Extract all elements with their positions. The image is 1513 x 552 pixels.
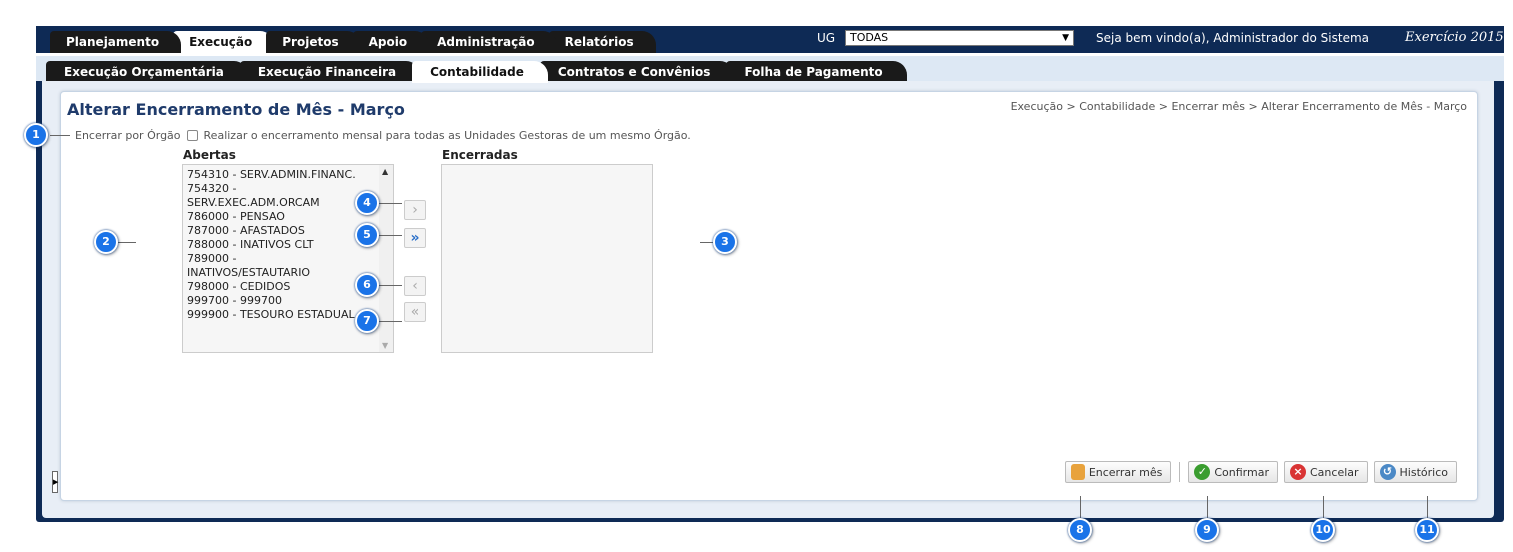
callout-badge: 8 — [1068, 518, 1092, 542]
sub-bar: Execução Orçamentária Execução Financeir… — [36, 53, 1504, 83]
tab-projetos[interactable]: Projetos — [266, 31, 361, 53]
callout-badge: 9 — [1195, 518, 1219, 542]
callout-line — [1080, 496, 1081, 520]
content-area: ▶ Alterar Encerramento de Mês - Março Ex… — [42, 81, 1494, 518]
list-item[interactable]: 798000 - CEDIDOS — [187, 280, 375, 294]
cancel-icon: × — [1290, 464, 1306, 480]
main-panel: Alterar Encerramento de Mês - Março Exec… — [60, 91, 1478, 501]
callout-badge: 10 — [1311, 518, 1335, 542]
callout-line — [50, 135, 70, 136]
callout-badge: 4 — [355, 191, 379, 215]
list-item[interactable]: INATIVOS/ESTAUTARIO — [187, 266, 375, 280]
history-icon: ↺ — [1379, 464, 1396, 480]
scroll-up-icon[interactable]: ▲ — [382, 167, 388, 176]
callout-line — [378, 285, 402, 286]
list-item[interactable]: SERV.EXEC.ADM.ORCAM — [187, 196, 375, 210]
encerrar-mes-label: Encerrar mês — [1088, 465, 1163, 479]
list-item[interactable]: 754320 - — [187, 182, 375, 196]
app-window: Planejamento Execução Projetos Apoio Adm… — [36, 26, 1504, 522]
subtab-contratos-convenios[interactable]: Contratos e Convênios — [539, 61, 735, 83]
historico-label: Histórico — [1399, 465, 1448, 479]
callout-line — [118, 242, 136, 243]
welcome-text: Seja bem vindo(a), Administrador do Sist… — [1096, 31, 1369, 45]
confirmar-button[interactable]: ✓ Confirmar — [1188, 461, 1278, 483]
list-item[interactable]: 999900 - TESOURO ESTADUAL — [187, 308, 375, 322]
ug-select[interactable]: TODAS ▼ — [845, 30, 1074, 46]
collapse-handle[interactable]: ▶ — [52, 471, 58, 493]
tab-relatorios[interactable]: Relatórios — [548, 31, 656, 53]
callout-badge: 6 — [355, 273, 379, 297]
divider — [1179, 462, 1181, 482]
exercicio-text: Exercício 2015 — [1405, 30, 1504, 45]
ug-select-value: TODAS — [850, 31, 889, 44]
callout-badge: 11 — [1415, 518, 1439, 542]
top-bar: Planejamento Execução Projetos Apoio Adm… — [36, 26, 1504, 53]
subtab-execucao-financeira[interactable]: Execução Financeira — [239, 61, 421, 83]
callout-line — [700, 242, 714, 243]
list-item[interactable]: 787000 - AFASTADOS — [187, 224, 375, 238]
callout-line — [1323, 496, 1324, 520]
subtab-execucao-orcamentaria[interactable]: Execução Orçamentária — [46, 61, 248, 83]
callout-line — [1207, 496, 1208, 520]
move-all-left-button[interactable]: « — [404, 302, 426, 322]
historico-button[interactable]: ↺ Histórico — [1373, 461, 1457, 483]
move-all-right-button[interactable]: » — [404, 228, 426, 248]
expand-arrow-icon: ▶ — [53, 478, 59, 486]
encerrar-mes-button[interactable]: Encerrar mês — [1064, 461, 1172, 483]
tab-administracao[interactable]: Administração — [421, 31, 557, 53]
abertas-scrollbar[interactable]: ▲ ▼ — [379, 165, 393, 352]
cancelar-label: Cancelar — [1310, 465, 1359, 479]
list-item[interactable]: 789000 - — [187, 252, 375, 266]
encerrar-por-orgao-checkbox[interactable] — [186, 130, 198, 141]
check-icon: ✓ — [1194, 464, 1211, 480]
list-item[interactable]: 999700 - 999700 — [187, 294, 375, 308]
tab-apoio[interactable]: Apoio — [352, 31, 430, 53]
encerrar-por-orgao-description: Realizar o encerramento mensal para toda… — [203, 129, 691, 142]
cancelar-button[interactable]: × Cancelar — [1284, 461, 1368, 483]
confirmar-label: Confirmar — [1214, 465, 1269, 479]
main-tabs: Planejamento Execução Projetos Apoio Adm… — [50, 31, 656, 53]
callout-badge: 5 — [355, 223, 379, 247]
ug-label: UG — [817, 31, 836, 45]
callout-line — [378, 321, 402, 322]
callout-badge: 1 — [24, 123, 48, 147]
move-one-left-button[interactable]: ‹ — [404, 276, 426, 296]
encerradas-label: Encerradas — [442, 148, 518, 162]
scroll-down-icon[interactable]: ▼ — [382, 341, 388, 350]
dropdown-arrow-icon: ▼ — [1062, 33, 1069, 43]
encerrar-por-orgao-label: Encerrar por Órgão — [75, 129, 181, 142]
encerradas-list[interactable] — [441, 164, 653, 353]
subtab-contabilidade[interactable]: Contabilidade — [412, 61, 548, 83]
encerrar-por-orgao-row: Encerrar por Órgão Realizar o encerramen… — [75, 129, 691, 142]
callout-badge: 2 — [94, 230, 118, 254]
list-item[interactable]: 754310 - SERV.ADMIN.FINANC. — [187, 168, 375, 182]
callout-line — [378, 203, 402, 204]
lock-icon — [1070, 464, 1085, 480]
tab-execucao[interactable]: Execução — [173, 31, 275, 53]
action-bar: Encerrar mês ✓ Confirmar × Cancelar ↺ Hi… — [1059, 461, 1457, 483]
callout-badge: 7 — [355, 309, 379, 333]
sub-tabs: Execução Orçamentária Execução Financeir… — [46, 61, 907, 83]
subtab-folha-pagamento[interactable]: Folha de Pagamento — [726, 61, 907, 83]
breadcrumb: Execução > Contabilidade > Encerrar mês … — [1010, 100, 1467, 113]
callout-line — [1427, 496, 1428, 520]
callout-badge: 3 — [713, 230, 737, 254]
abertas-label: Abertas — [183, 148, 236, 162]
list-item[interactable]: 788000 - INATIVOS CLT — [187, 238, 375, 252]
tab-planejamento[interactable]: Planejamento — [50, 31, 182, 53]
callout-line — [378, 235, 402, 236]
list-item[interactable]: 786000 - PENSAO — [187, 210, 375, 224]
page-title: Alterar Encerramento de Mês - Março — [67, 100, 405, 119]
move-one-right-button[interactable]: › — [404, 200, 426, 220]
